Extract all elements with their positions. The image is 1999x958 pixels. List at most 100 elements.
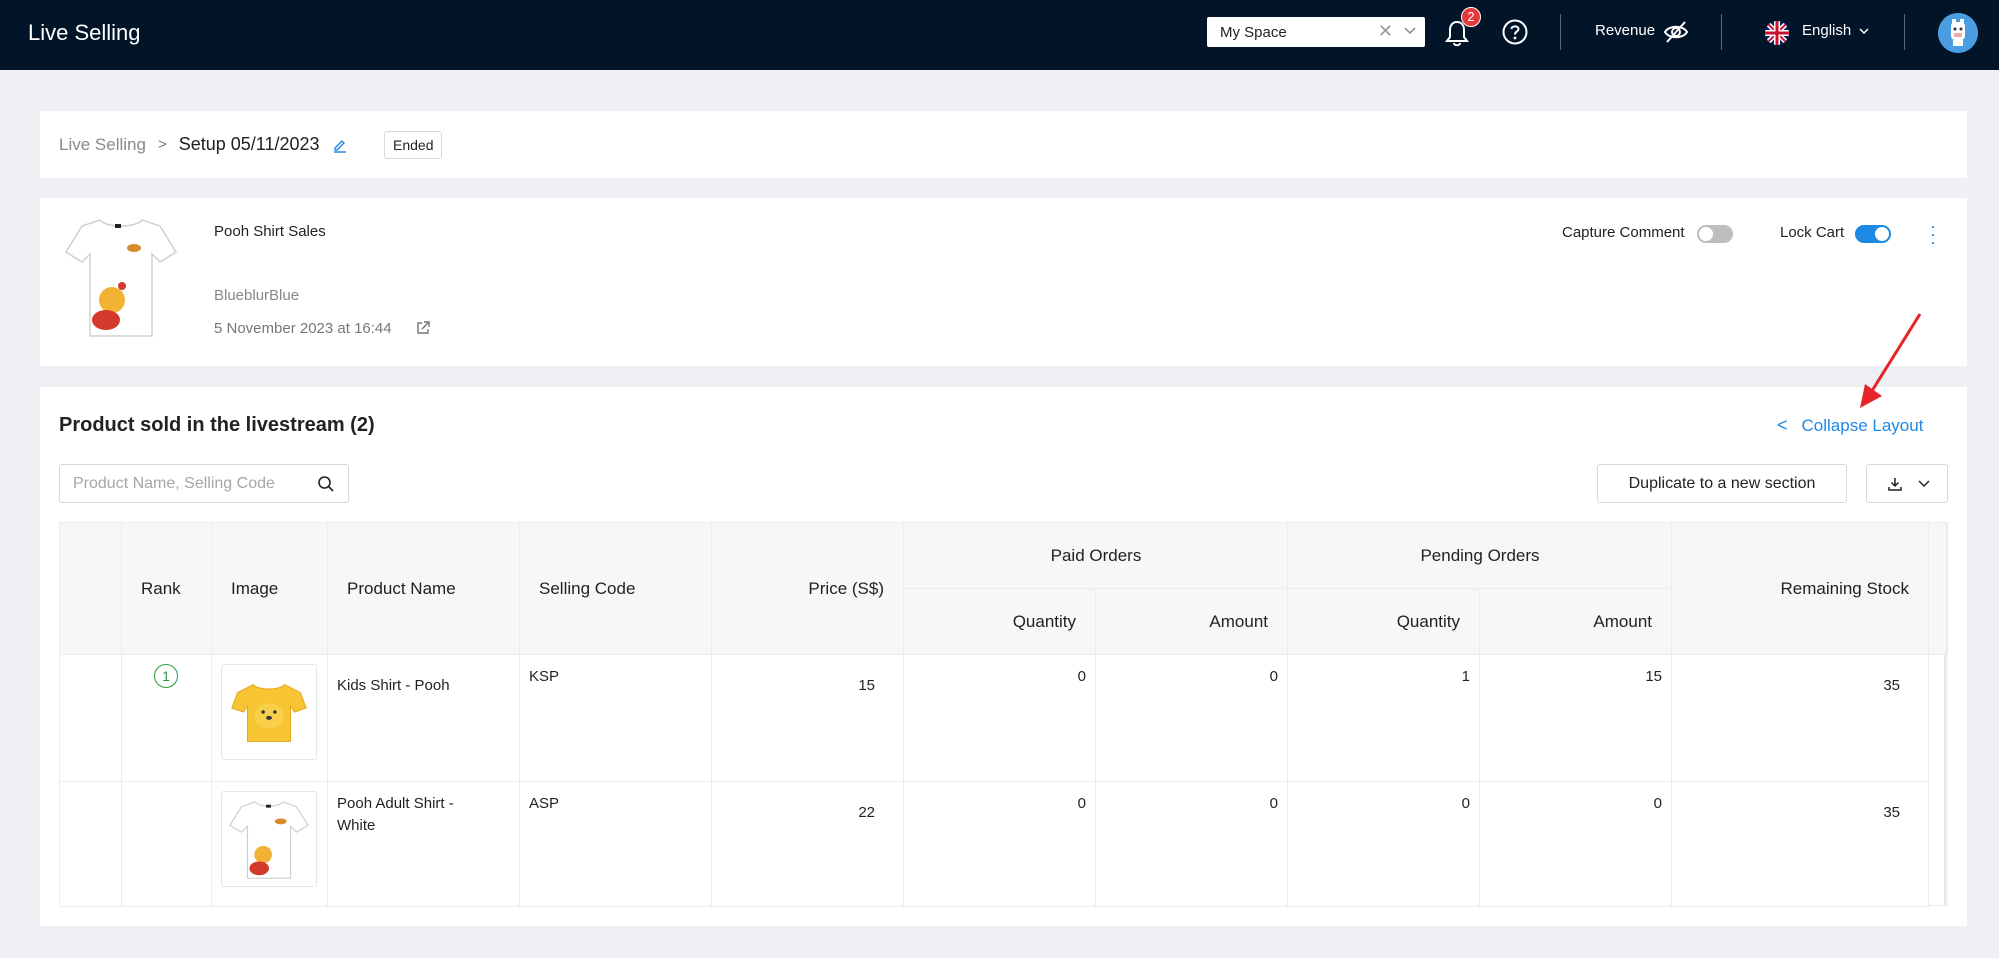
price-value[interactable]: 15 bbox=[858, 677, 875, 694]
duplicate-button[interactable]: Duplicate to a new section bbox=[1597, 464, 1847, 503]
chevron-down-icon[interactable] bbox=[1858, 25, 1870, 37]
annotation-arrow bbox=[1860, 313, 1922, 408]
header-paid-amount-label: Amount bbox=[1209, 612, 1268, 631]
selling-code-cell: ASP bbox=[520, 782, 712, 907]
top-bar: Live Selling My Space ✕ 2 Revenue Englis… bbox=[0, 0, 1999, 70]
header-rank-label: Rank bbox=[141, 579, 181, 598]
header-remaining-stock-label: Remaining Stock bbox=[1780, 579, 1909, 598]
section-title: Product sold in the livestream (2) bbox=[59, 414, 375, 436]
header-price-label: Price (S$) bbox=[808, 579, 884, 598]
header-scroll-spacer bbox=[1929, 523, 1947, 655]
price-value[interactable]: 22 bbox=[858, 804, 875, 821]
capture-comment-toggle[interactable] bbox=[1697, 225, 1733, 243]
pending-quantity-value: 0 bbox=[1461, 795, 1470, 812]
pending-amount-cell: 15 bbox=[1480, 655, 1672, 782]
more-options-icon[interactable]: · · · bbox=[1928, 217, 1938, 251]
livestream-info-card: Pooh Shirt Sales BlueblurBlue 5 November… bbox=[40, 198, 1967, 366]
header-paid-orders-label: Paid Orders bbox=[1050, 546, 1142, 565]
product-name[interactable]: Pooh Adult Shirt - White bbox=[337, 793, 487, 837]
header-product-name[interactable]: Product Name bbox=[328, 523, 520, 655]
lock-cart-label: Lock Cart bbox=[1780, 224, 1845, 241]
revenue-label: Revenue bbox=[1595, 22, 1656, 39]
livestream-date: 5 November 2023 at 16:44 bbox=[214, 320, 392, 337]
header-pending-amount-label: Amount bbox=[1593, 612, 1652, 631]
language-label[interactable]: English bbox=[1802, 22, 1851, 39]
header-price[interactable]: Price (S$) bbox=[712, 523, 904, 655]
header-paid-amount[interactable]: Amount bbox=[1096, 589, 1288, 655]
breadcrumb-root[interactable]: Live Selling bbox=[59, 135, 146, 155]
livestream-thumbnail bbox=[64, 219, 178, 337]
paid-quantity-value: 0 bbox=[1077, 795, 1086, 812]
header-product-name-label: Product Name bbox=[347, 579, 456, 598]
external-link-icon[interactable] bbox=[415, 320, 431, 336]
paid-amount-cell: 0 bbox=[1096, 655, 1288, 782]
clear-icon[interactable]: ✕ bbox=[1378, 21, 1393, 42]
image-cell bbox=[212, 655, 328, 782]
select-cell bbox=[60, 655, 122, 782]
select-cell bbox=[60, 782, 122, 907]
collapse-layout-link[interactable]: < Collapse Layout bbox=[1777, 415, 1923, 436]
paid-quantity-value: 0 bbox=[1077, 668, 1086, 685]
rank-badge: 1 bbox=[154, 664, 178, 688]
header-paid-quantity[interactable]: Quantity bbox=[904, 589, 1096, 655]
pending-amount-value: 15 bbox=[1645, 668, 1662, 685]
lock-cart-toggle[interactable] bbox=[1855, 225, 1891, 243]
header-select-column bbox=[60, 523, 122, 655]
paid-amount-value: 0 bbox=[1269, 795, 1278, 812]
header-remaining-stock[interactable]: Remaining Stock bbox=[1672, 523, 1929, 655]
products-table: Rank Image Product Name Selling Code Pri… bbox=[59, 522, 1948, 907]
status-badge: Ended bbox=[384, 131, 443, 159]
download-icon bbox=[1888, 478, 1902, 491]
rank-cell bbox=[122, 782, 212, 907]
header-selling-code-label: Selling Code bbox=[539, 579, 636, 598]
help-icon[interactable] bbox=[1501, 18, 1529, 46]
chevron-down-icon bbox=[1918, 480, 1930, 488]
remaining-stock-cell: 35 bbox=[1672, 655, 1929, 782]
pending-quantity-cell: 1 bbox=[1288, 655, 1480, 782]
livestream-page-name: BlueblurBlue bbox=[214, 287, 300, 304]
header-pending-amount[interactable]: Amount bbox=[1480, 589, 1672, 655]
remaining-stock-cell: 35 bbox=[1672, 782, 1929, 907]
eye-off-icon[interactable] bbox=[1663, 19, 1689, 45]
header-image: Image bbox=[212, 523, 328, 655]
product-name[interactable]: Kids Shirt - Pooh bbox=[337, 675, 507, 697]
app-title[interactable]: Live Selling bbox=[28, 20, 141, 46]
breadcrumb: Live Selling > Setup 05/11/2023 bbox=[59, 134, 348, 155]
remaining-stock-value[interactable]: 35 bbox=[1883, 804, 1900, 821]
pending-quantity-cell: 0 bbox=[1288, 782, 1480, 907]
breadcrumb-card: Live Selling > Setup 05/11/2023 Ended bbox=[40, 111, 1967, 178]
selling-code: KSP bbox=[529, 668, 560, 685]
uk-flag-icon bbox=[1765, 21, 1789, 45]
product-search bbox=[59, 464, 349, 503]
header-paid-orders: Paid Orders bbox=[904, 523, 1288, 589]
search-input[interactable] bbox=[60, 465, 310, 502]
avatar[interactable] bbox=[1938, 13, 1978, 53]
product-image-white-shirt[interactable] bbox=[221, 791, 317, 887]
remaining-stock-value[interactable]: 35 bbox=[1883, 677, 1900, 694]
paid-amount-value: 0 bbox=[1269, 668, 1278, 685]
table-scrollbar[interactable] bbox=[1944, 655, 1948, 905]
toggle-knob bbox=[1875, 227, 1889, 241]
space-select[interactable]: My Space ✕ bbox=[1207, 17, 1425, 47]
divider bbox=[1721, 14, 1722, 50]
header-image-label: Image bbox=[231, 579, 279, 598]
edit-icon[interactable] bbox=[332, 137, 348, 153]
header-pending-quantity[interactable]: Quantity bbox=[1288, 589, 1480, 655]
breadcrumb-current: Setup 05/11/2023 bbox=[178, 134, 320, 154]
rank-cell: 1 bbox=[122, 655, 212, 782]
chevron-left-icon: < bbox=[1777, 415, 1788, 435]
breadcrumb-separator: > bbox=[157, 136, 167, 153]
paid-amount-cell: 0 bbox=[1096, 782, 1288, 907]
pending-amount-cell: 0 bbox=[1480, 782, 1672, 907]
header-rank[interactable]: Rank bbox=[122, 523, 212, 655]
product-image-yellow-shirt[interactable] bbox=[221, 664, 317, 760]
selling-code: ASP bbox=[529, 795, 560, 812]
paid-quantity-cell: 0 bbox=[904, 655, 1096, 782]
download-dropdown-button[interactable] bbox=[1866, 464, 1948, 503]
pending-amount-value: 0 bbox=[1653, 795, 1662, 812]
search-icon[interactable] bbox=[317, 475, 335, 493]
header-selling-code[interactable]: Selling Code bbox=[520, 523, 712, 655]
livestream-name: Pooh Shirt Sales bbox=[214, 223, 326, 240]
header-pending-quantity-label: Quantity bbox=[1396, 612, 1460, 631]
header-pending-orders: Pending Orders bbox=[1288, 523, 1672, 589]
